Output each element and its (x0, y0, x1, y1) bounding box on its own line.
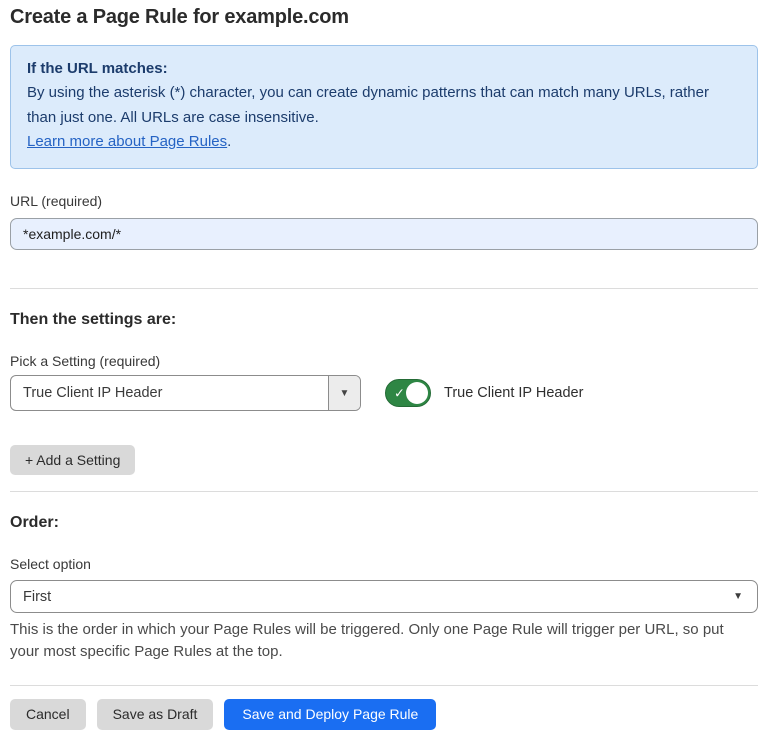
cancel-button[interactable]: Cancel (10, 699, 86, 730)
section-divider (10, 288, 758, 289)
order-select-value: First (23, 589, 51, 605)
url-matches-info-box: If the URL matches: By using the asteris… (10, 45, 758, 169)
save-and-deploy-button[interactable]: Save and Deploy Page Rule (224, 699, 436, 730)
toggle-label: True Client IP Header (444, 385, 583, 401)
order-help-text: This is the order in which your Page Rul… (10, 619, 755, 663)
true-client-ip-toggle[interactable]: ✓ (385, 379, 431, 407)
pick-setting-label: Pick a Setting (required) (10, 353, 758, 369)
learn-more-link[interactable]: Learn more about Page Rules (27, 133, 227, 150)
url-input[interactable] (10, 218, 758, 250)
order-select[interactable]: First ▼ (10, 580, 758, 613)
order-select-label: Select option (10, 556, 758, 572)
page-rule-form: Create a Page Rule for example.com If th… (0, 0, 769, 730)
check-icon: ✓ (394, 387, 405, 400)
order-section-heading: Order: (10, 514, 758, 532)
footer-divider (10, 685, 758, 686)
settings-section-heading: Then the settings are: (10, 311, 758, 329)
toggle-knob (406, 382, 428, 404)
setting-select[interactable]: True Client IP Header ▼ (10, 375, 361, 411)
caret-down-icon: ▼ (733, 591, 743, 602)
caret-down-icon: ▼ (340, 388, 350, 399)
section-divider (10, 491, 758, 492)
url-field-label: URL (required) (10, 193, 758, 209)
page-title: Create a Page Rule for example.com (10, 6, 758, 29)
save-as-draft-button[interactable]: Save as Draft (97, 699, 214, 730)
setting-select-value: True Client IP Header (11, 376, 328, 410)
info-box-link-line: Learn more about Page Rules. (27, 130, 741, 154)
add-setting-button[interactable]: + Add a Setting (10, 445, 135, 475)
info-box-body: By using the asterisk (*) character, you… (27, 81, 741, 130)
link-suffix: . (227, 133, 231, 150)
footer-actions: Cancel Save as Draft Save and Deploy Pag… (10, 699, 758, 730)
setting-select-caret-button[interactable]: ▼ (328, 376, 360, 410)
setting-row: True Client IP Header ▼ ✓ True Client IP… (10, 375, 758, 411)
info-box-heading: If the URL matches: (27, 57, 741, 81)
